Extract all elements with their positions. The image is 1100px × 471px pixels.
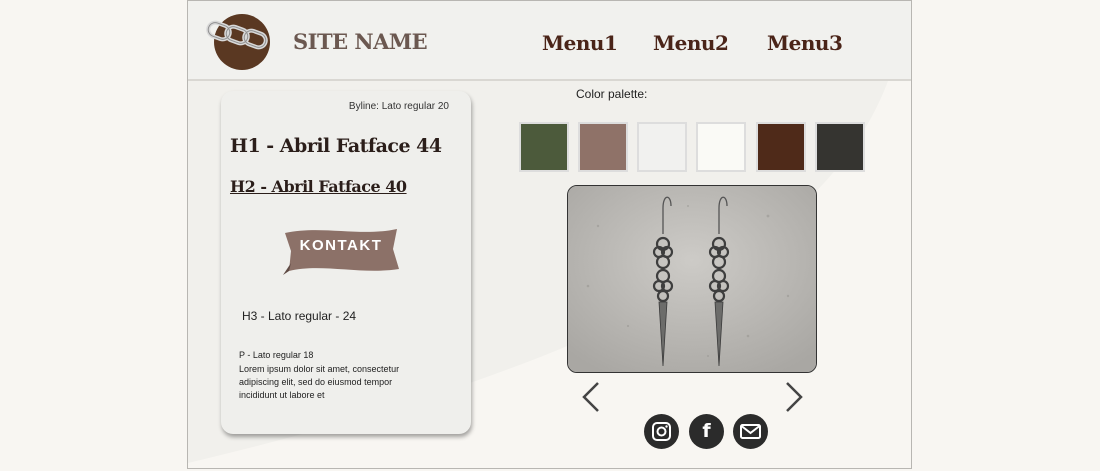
byline: Byline: Lato regular 20 [348, 101, 449, 112]
site-name[interactable]: SITE NAME [293, 29, 428, 54]
site-header: SITE NAME Menu1 Menu2 Menu3 [188, 1, 911, 81]
kontakt-button[interactable]: KONTAKT [281, 223, 401, 277]
carousel-next-button[interactable] [784, 380, 804, 419]
site-logo[interactable] [206, 14, 270, 70]
chain-link-icon [206, 20, 268, 50]
swatch-brown [756, 122, 806, 172]
mail-button[interactable] [733, 414, 768, 449]
kontakt-label: KONTAKT [299, 237, 383, 254]
page-frame: SITE NAME Menu1 Menu2 Menu3 Byline: Lato… [187, 0, 912, 469]
chevron-left-icon [582, 382, 599, 412]
typography-card: Byline: Lato regular 20 H1 - Abril Fatfa… [221, 91, 471, 434]
heading-h1: H1 - Abril Fatface 44 [230, 135, 442, 157]
product-image [567, 185, 817, 373]
swatch-olive [519, 122, 569, 172]
paragraph-body: Lorem ipsum dolor sit amet, consectetur … [239, 364, 400, 400]
facebook-icon: f [702, 420, 711, 442]
mail-icon [740, 424, 761, 439]
carousel-prev-button[interactable] [581, 380, 601, 419]
facebook-button[interactable]: f [689, 414, 724, 449]
earrings-illustration [568, 186, 816, 372]
nav-menu3[interactable]: Menu3 [767, 31, 843, 55]
swatch-light-gray [637, 122, 687, 172]
instagram-button[interactable] [644, 414, 679, 449]
swatch-mauve [578, 122, 628, 172]
swatch-charcoal [815, 122, 865, 172]
heading-h3: H3 - Lato regular - 24 [242, 309, 357, 323]
nav-menu1[interactable]: Menu1 [542, 31, 618, 55]
heading-h2[interactable]: H2 - Abril Fatface 40 [230, 177, 407, 196]
instagram-icon [652, 422, 671, 441]
chevron-right-icon [786, 382, 803, 412]
palette-label: Color palette: [576, 87, 648, 101]
paragraph-title: P - Lato regular 18 [239, 350, 314, 360]
swatch-off-white [696, 122, 746, 172]
nav-menu2[interactable]: Menu2 [653, 31, 729, 55]
